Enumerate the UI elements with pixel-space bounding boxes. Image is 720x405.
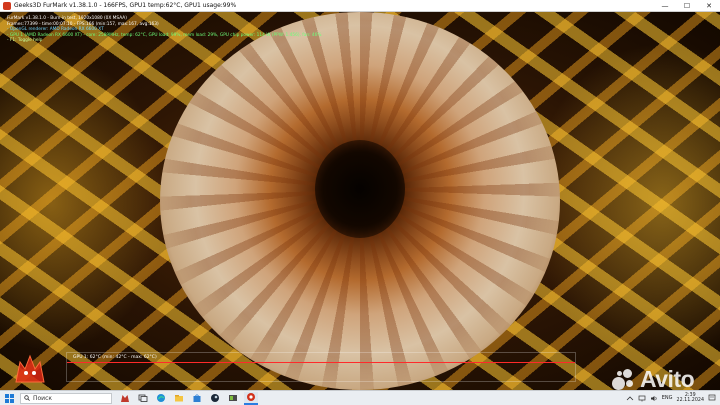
taskbar-clock[interactable]: 2:39 22.11.2024 <box>677 393 704 404</box>
taskbar-app-steam[interactable] <box>208 392 222 405</box>
file-explorer-icon <box>175 395 183 402</box>
taskbar-search-box[interactable]: Поиск <box>20 392 112 404</box>
window-titlebar[interactable]: Geeks3D FurMark v1.38.1.0 - 166FPS, GPU1… <box>0 0 720 12</box>
steam-icon <box>211 394 219 402</box>
task-view-icon <box>138 394 148 402</box>
taskbar-app-task-view[interactable] <box>136 392 150 405</box>
gpu-temp-graph: GPU 1: 62°C (min: 42°C - max: 62°C) <box>66 352 576 382</box>
taskbar-app-store[interactable] <box>190 392 204 405</box>
network-icon[interactable] <box>638 395 646 402</box>
fur-donut-render <box>160 12 560 390</box>
furmark-icon <box>247 393 255 401</box>
minimize-button[interactable]: — <box>654 0 676 12</box>
store-icon <box>193 394 201 402</box>
windows-logo-icon <box>4 393 14 403</box>
fur-center <box>315 140 405 238</box>
windows-taskbar: Поиск ENG 2:39 22.11.2024 <box>0 390 720 405</box>
scene-glow-left <box>0 52 170 352</box>
furmark-render-viewport <box>0 12 720 390</box>
search-icon <box>24 395 30 401</box>
taskbar-app-edge[interactable] <box>154 392 168 405</box>
avito-dots-icon <box>612 368 636 391</box>
close-button[interactable]: ✕ <box>698 0 720 12</box>
keyboard-language[interactable]: ENG <box>662 395 673 401</box>
taskbar-app-furmark[interactable] <box>244 391 258 405</box>
taskbar-app-furmark-wolf[interactable] <box>118 392 132 405</box>
taskbar-app-gpu-z[interactable] <box>226 392 240 405</box>
taskbar-app-file-explorer[interactable] <box>172 392 186 405</box>
osd-gpu-line: - GPU 1 (AMD Radeon RX 6600 XT) - core: … <box>7 32 322 38</box>
gpu-temp-label: GPU 1: 62°C (min: 42°C - max: 62°C) <box>73 355 157 360</box>
volume-icon[interactable] <box>650 395 658 402</box>
window-title: Geeks3D FurMark v1.38.1.0 - 166FPS, GPU1… <box>14 2 237 9</box>
clock-date: 22.11.2024 <box>676 398 704 403</box>
search-placeholder: Поиск <box>33 394 53 402</box>
furmark-app-icon <box>3 1 11 10</box>
notifications-icon[interactable] <box>708 394 716 402</box>
avito-watermark-text: Avito <box>640 366 695 392</box>
osd-overlay: FurMark v1.38.1.0 - Burn-in test, 1920x1… <box>7 16 321 44</box>
chevron-up-icon[interactable] <box>626 395 634 401</box>
taskbar-pinned-apps <box>118 391 258 405</box>
avito-watermark: Avito <box>612 366 695 393</box>
maximize-button[interactable]: ☐ <box>676 0 698 12</box>
osd-help-line: - F1: Toggle help <box>7 38 43 44</box>
gpu-temp-curve <box>67 362 575 363</box>
start-button[interactable] <box>0 391 18 405</box>
furmark-wolf-icon <box>121 395 129 402</box>
window-controls: — ☐ ✕ <box>654 0 720 12</box>
system-tray: ENG 2:39 22.11.2024 <box>626 393 720 404</box>
furmark-logo-icon <box>12 352 48 386</box>
edge-icon <box>157 394 165 402</box>
gpu-z-icon <box>229 395 237 401</box>
